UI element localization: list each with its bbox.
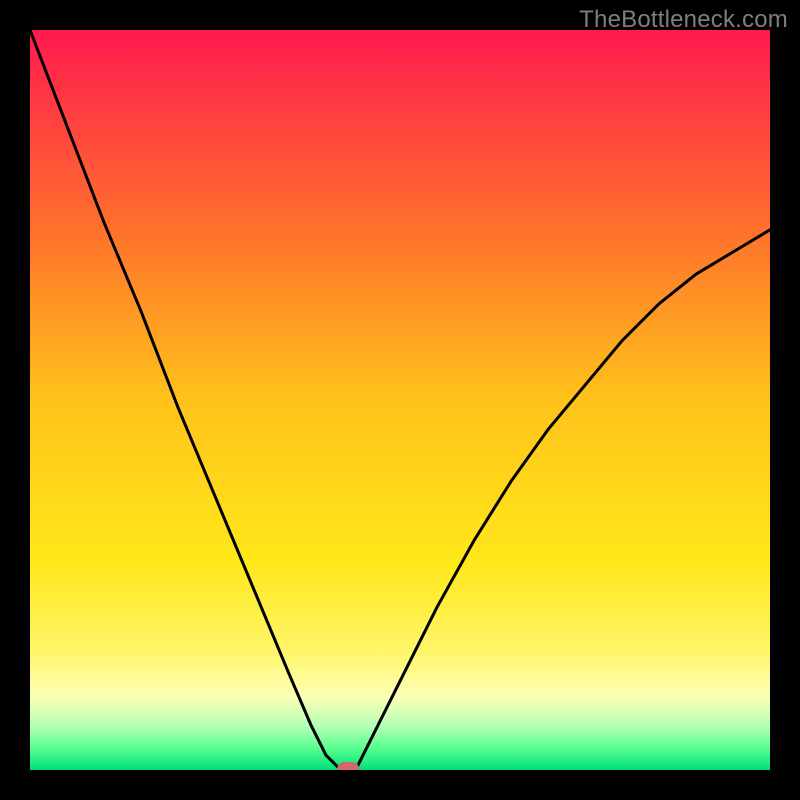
chart-frame: TheBottleneck.com — [0, 0, 800, 800]
chart-svg — [30, 30, 770, 770]
gradient-background — [30, 30, 770, 770]
plot-area — [30, 30, 770, 770]
optimum-marker — [337, 762, 359, 770]
